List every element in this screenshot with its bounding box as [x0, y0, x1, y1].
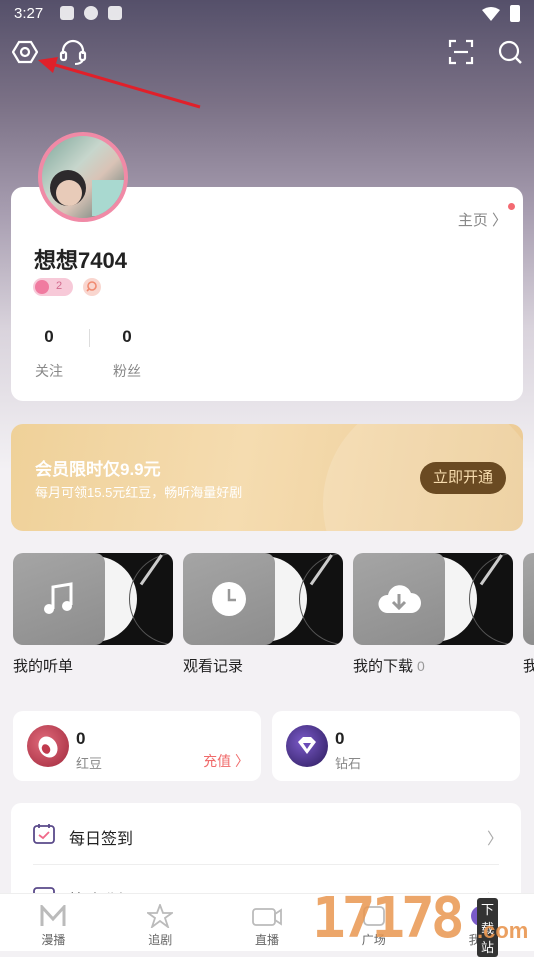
tab-manbo[interactable]: 漫播 — [0, 894, 107, 951]
followers-stat[interactable]: 0 粉丝 — [97, 327, 157, 381]
menu-item-label: 每日签到 — [69, 831, 134, 848]
shortcut-label: 我 — [523, 658, 534, 675]
vip-title: 会员限时仅9.9元 — [35, 460, 161, 479]
download-count: 0 — [417, 658, 425, 674]
diamond-icon — [286, 725, 328, 767]
notification-icon — [84, 6, 98, 20]
status-time: 3:27 — [14, 5, 44, 22]
shortcut-label: 我的听单 — [13, 658, 74, 675]
menu-item-daily-checkin[interactable]: 每日签到 〉 — [11, 803, 521, 865]
live-tv-icon — [252, 908, 282, 926]
level-badge[interactable]: 2 — [33, 278, 73, 296]
homepage-link[interactable]: 主页 〉 — [458, 209, 507, 230]
shortcut-my-playlist[interactable]: 我的听单 — [13, 553, 175, 676]
notification-dot — [508, 203, 515, 210]
recharge-link[interactable]: 充值 〉 — [203, 751, 249, 771]
level-face-icon — [35, 280, 49, 294]
tab-label: 追剧 — [148, 933, 173, 947]
chevron-right-icon: 〉 — [486, 831, 503, 848]
following-label: 关注 — [35, 363, 63, 379]
settings-button[interactable] — [10, 37, 40, 67]
wifi-icon — [482, 6, 500, 21]
vip-banner[interactable]: 会员限时仅9.9元 每月可领15.5元红豆，畅听海量好剧 立即开通 — [11, 424, 523, 531]
shortcut-my-downloads[interactable]: 我的下载 0 — [353, 553, 515, 676]
headset-icon — [59, 39, 87, 65]
manbo-logo-icon — [40, 905, 66, 926]
shortcut-label: 我的下载 — [353, 658, 414, 675]
following-count: 0 — [44, 327, 54, 346]
tab-follow-drama[interactable]: 追剧 — [107, 894, 214, 951]
battery-icon — [510, 5, 520, 22]
red-beans-count: 0 — [76, 729, 86, 748]
tab-live[interactable]: 直播 — [214, 894, 321, 951]
shortcut-partial[interactable]: 我 — [523, 553, 534, 676]
tab-label: 直播 — [254, 933, 279, 947]
watermark-domain: .com — [477, 918, 529, 943]
notification-icons — [60, 6, 122, 20]
stat-divider — [89, 329, 90, 347]
red-bean-icon — [27, 725, 69, 767]
diamonds-count: 0 — [335, 729, 345, 748]
followers-label: 粉丝 — [113, 363, 141, 379]
tab-label: 漫播 — [41, 933, 66, 947]
search-button[interactable] — [495, 37, 525, 67]
shortcut-label: 观看记录 — [183, 658, 244, 675]
calendar-check-icon — [33, 824, 55, 844]
followers-count: 0 — [122, 327, 132, 346]
notification-icon — [60, 6, 74, 20]
diamonds-card[interactable]: 0 钻石 — [272, 711, 520, 781]
site-watermark: 17178 下载站 .com — [312, 886, 528, 957]
settings-icon — [12, 40, 38, 64]
search-icon — [498, 40, 522, 64]
status-bar: 3:27 — [0, 0, 534, 28]
music-note-icon — [13, 553, 105, 645]
red-beans-card[interactable]: 0 红豆 充值 〉 — [13, 711, 261, 781]
level-number: 2 — [56, 280, 63, 292]
vip-subtitle: 每月可领15.5元红豆，畅听海量好剧 — [35, 485, 243, 500]
vip-activate-button[interactable]: 立即开通 — [420, 462, 506, 494]
scan-button[interactable] — [446, 37, 476, 67]
shortcut-watch-history[interactable]: 观看记录 — [183, 553, 345, 676]
watermark-digits: 17178 — [312, 886, 465, 951]
scan-icon — [448, 39, 474, 65]
avatar[interactable] — [38, 132, 128, 222]
clock-icon — [183, 553, 275, 645]
red-beans-label: 红豆 — [76, 756, 103, 771]
cloud-download-icon — [353, 553, 445, 645]
customer-service-button[interactable] — [58, 37, 88, 67]
star-icon — [147, 904, 174, 928]
notification-icon — [108, 6, 122, 20]
following-stat[interactable]: 0 关注 — [19, 327, 79, 381]
username: 想想7404 — [34, 248, 127, 273]
search-badge-icon[interactable] — [83, 278, 101, 296]
diamonds-label: 钻石 — [335, 756, 362, 771]
